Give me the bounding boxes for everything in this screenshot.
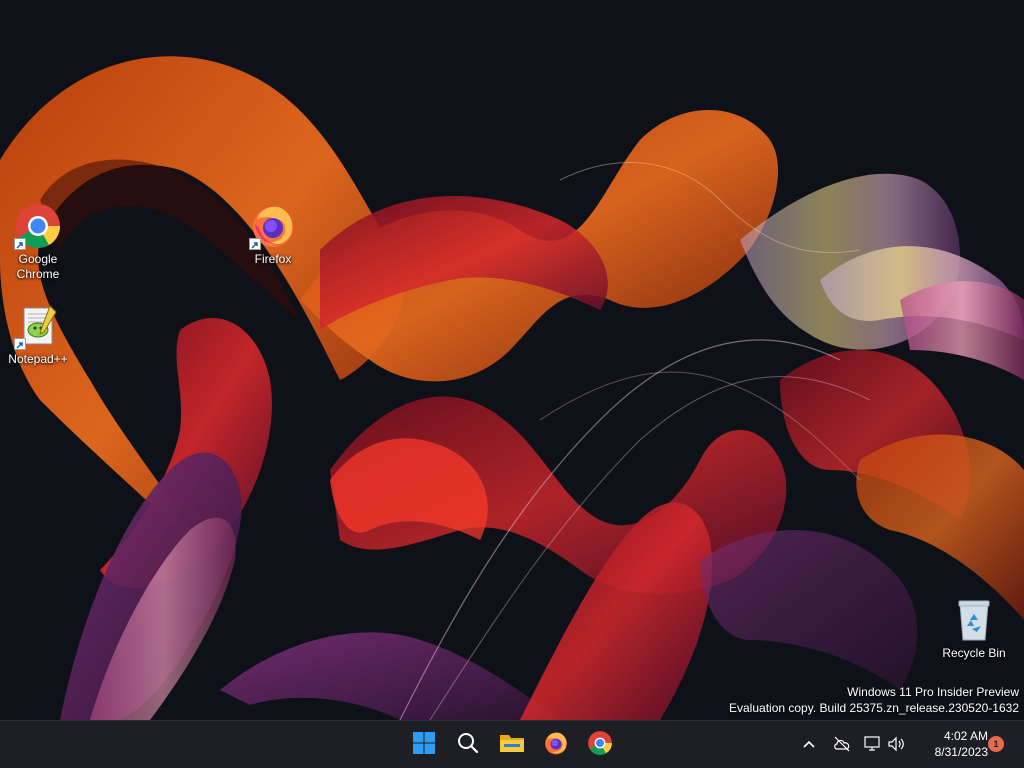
clock-date: 8/31/2023 [934,745,988,759]
shortcut-arrow-icon [14,238,26,250]
watermark-line-1: Windows 11 Pro Insider Preview [847,685,1019,699]
desktop-icon-label: Recycle Bin [942,646,1006,660]
desktop-icon-label: Google Chrome [16,252,60,281]
search-button[interactable] [450,727,486,763]
folder-icon [499,731,525,760]
file-explorer-button[interactable] [494,727,530,763]
taskbar: 4:02 AM 8/31/2023 [0,720,1024,768]
desktop-icon-recycle-bin[interactable]: Recycle Bin [938,596,1010,661]
network-icon[interactable] [862,734,882,754]
firefox-taskbar-button[interactable] [538,727,574,763]
windows-start-icon [412,731,436,760]
firefox-icon [249,202,297,250]
windows-evaluation-watermark: Windows 11 Pro Insider Preview Evaluatio… [729,684,1019,716]
desktop-icon-firefox[interactable]: Firefox [237,202,309,267]
taskbar-clock[interactable]: 4:02 AM 8/31/2023 [912,728,988,760]
recycle-bin-icon [950,596,998,644]
desktop-icon-label: Notepad++ [8,352,68,366]
clock-time: 4:02 AM [943,729,988,743]
desktop-icon-notepadpp[interactable]: Notepad++ [2,302,74,367]
desktop-icon-google-chrome[interactable]: Google Chrome [2,202,74,282]
cloud-offline-icon[interactable] [832,734,852,754]
wallpaper-ribbon-art [0,56,1024,720]
firefox-icon [543,730,569,761]
chevron-up-icon[interactable] [800,735,818,753]
chrome-icon [587,730,613,761]
chrome-taskbar-button[interactable] [582,727,618,763]
watermark-line-2: Evaluation copy. Build 25375.zn_release.… [729,701,1019,715]
notepadpp-icon [14,302,62,350]
start-button[interactable] [406,727,442,763]
desktop[interactable]: Google Chrome Firefox Notepad++ Recycle … [0,0,1024,720]
notification-badge[interactable]: 1 [988,736,1004,752]
desktop-icon-label: Firefox [254,252,292,266]
shortcut-arrow-icon [14,338,26,350]
search-icon [456,731,480,760]
volume-icon[interactable] [886,734,906,754]
chrome-icon [14,202,62,250]
shortcut-arrow-icon [249,238,261,250]
